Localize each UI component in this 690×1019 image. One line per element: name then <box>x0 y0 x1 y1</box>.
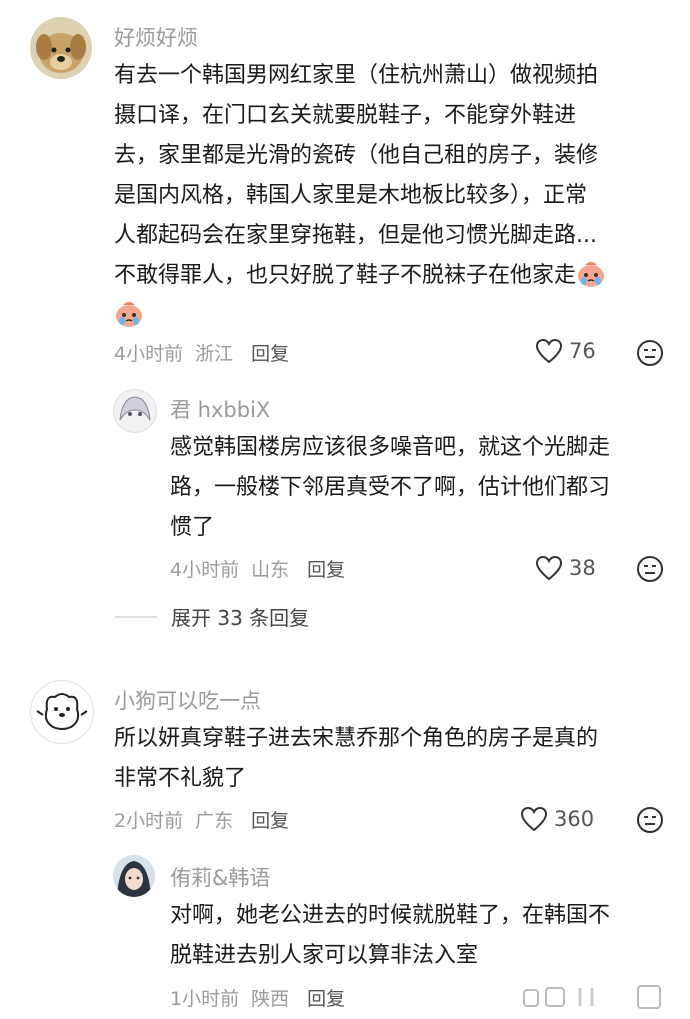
crying-emoji-icon <box>578 262 605 287</box>
like-button[interactable]: 360 <box>520 806 594 832</box>
watermark-icon <box>523 985 661 1009</box>
location: 陕西 <box>251 988 290 1010</box>
dislike-face-icon[interactable] <box>636 555 664 583</box>
expand-divider <box>115 615 157 618</box>
timestamp: 4小时前 <box>170 559 240 581</box>
portrait-avatar-icon <box>113 855 155 897</box>
crying-emoji-icon <box>116 302 142 327</box>
comment-line: 人都起码会在家里穿拖鞋，但是他习惯光脚走路... <box>114 223 597 248</box>
comment-meta: 4小时前 浙江 回复 <box>114 339 301 366</box>
comment-line-text: 不敢得罪人，也只好脱了鞋子不脱袜子在他家走 <box>114 263 577 288</box>
like-count: 360 <box>554 807 595 831</box>
location: 广东 <box>195 810 234 832</box>
comment-line: 惯了 <box>170 515 215 540</box>
like-count: 76 <box>569 339 596 363</box>
comment-line: 对啊，她老公进去的时候就脱鞋了，在韩国不 <box>170 903 611 928</box>
expand-replies-button[interactable]: 展开 33 条回复 <box>115 602 309 631</box>
comment-meta: 4小时前 山东 回复 <box>170 555 357 582</box>
location: 浙江 <box>195 343 234 365</box>
comment-line: 所以妍真穿鞋子进去宋慧乔那个角色的房子是真的 <box>114 726 599 751</box>
comment-line <box>114 296 674 336</box>
anime-avatar-icon <box>114 390 156 432</box>
comment-meta: 2小时前 广东 回复 <box>114 806 301 833</box>
avatar[interactable] <box>113 389 157 433</box>
heart-icon <box>535 555 563 581</box>
comment-line: 是国内风格，韩国人家里是木地板比较多），正常 <box>114 183 588 208</box>
reply-button[interactable]: 回复 <box>307 559 345 581</box>
comment-line: 摄口译，在门口玄关就要脱鞋子，不能穿外鞋进 <box>114 103 577 128</box>
comment-text: 有去一个韩国男网红家里（住杭州萧山）做视频拍 摄口译，在门口玄关就要脱鞋子，不能… <box>114 56 674 336</box>
comment-line: 路，一般楼下邻居真受不了啊，估计他们都习 <box>170 475 611 500</box>
username[interactable]: 好烦好烦 <box>114 22 198 52</box>
comment-line: 感觉韩国楼房应该很多噪音吧，就这个光脚走 <box>170 435 611 460</box>
username[interactable]: 君 hxbbiX <box>170 394 270 424</box>
dog-avatar-icon <box>30 17 92 79</box>
comment-line: 去，家里都是光滑的瓷砖（他自己租的房子，装修 <box>114 143 599 168</box>
comment-text: 对啊，她老公进去的时候就脱鞋了，在韩国不 脱鞋进去别人家可以算非法入室 <box>170 896 670 976</box>
timestamp: 1小时前 <box>170 988 240 1010</box>
comment-text: 感觉韩国楼房应该很多噪音吧，就这个光脚走 路，一般楼下邻居真受不了啊，估计他们都… <box>170 428 670 548</box>
like-button[interactable]: 76 <box>535 338 596 364</box>
reply-button[interactable]: 回复 <box>307 988 345 1010</box>
reply-button[interactable]: 回复 <box>251 343 289 365</box>
location: 山东 <box>251 559 290 581</box>
comment-line: 脱鞋进去别人家可以算非法入室 <box>170 943 479 968</box>
comment-meta: 1小时前 陕西 回复 <box>170 984 357 1011</box>
avatar[interactable] <box>30 17 92 79</box>
comment-line: 不敢得罪人，也只好脱了鞋子不脱袜子在他家走 <box>114 256 674 296</box>
username[interactable]: 侑莉&韩语 <box>170 862 270 892</box>
comment-line: 有去一个韩国男网红家里（住杭州萧山）做视频拍 <box>114 63 599 88</box>
heart-icon <box>535 338 563 364</box>
avatar[interactable] <box>30 680 94 744</box>
avatar[interactable] <box>113 855 155 897</box>
dislike-face-icon[interactable] <box>636 339 664 367</box>
cartoon-dog-avatar-icon <box>36 693 88 730</box>
like-count: 38 <box>569 556 596 580</box>
timestamp: 2小时前 <box>114 810 184 832</box>
heart-icon <box>520 806 548 832</box>
expand-replies-label: 展开 33 条回复 <box>171 606 310 630</box>
comment-line: 非常不礼貌了 <box>114 766 247 791</box>
reply-button[interactable]: 回复 <box>251 810 289 832</box>
like-button[interactable]: 38 <box>535 555 596 581</box>
comment-text: 所以妍真穿鞋子进去宋慧乔那个角色的房子是真的 非常不礼貌了 <box>114 719 674 799</box>
timestamp: 4小时前 <box>114 343 184 365</box>
username[interactable]: 小狗可以吃一点 <box>114 685 261 715</box>
dislike-face-icon[interactable] <box>636 806 664 834</box>
